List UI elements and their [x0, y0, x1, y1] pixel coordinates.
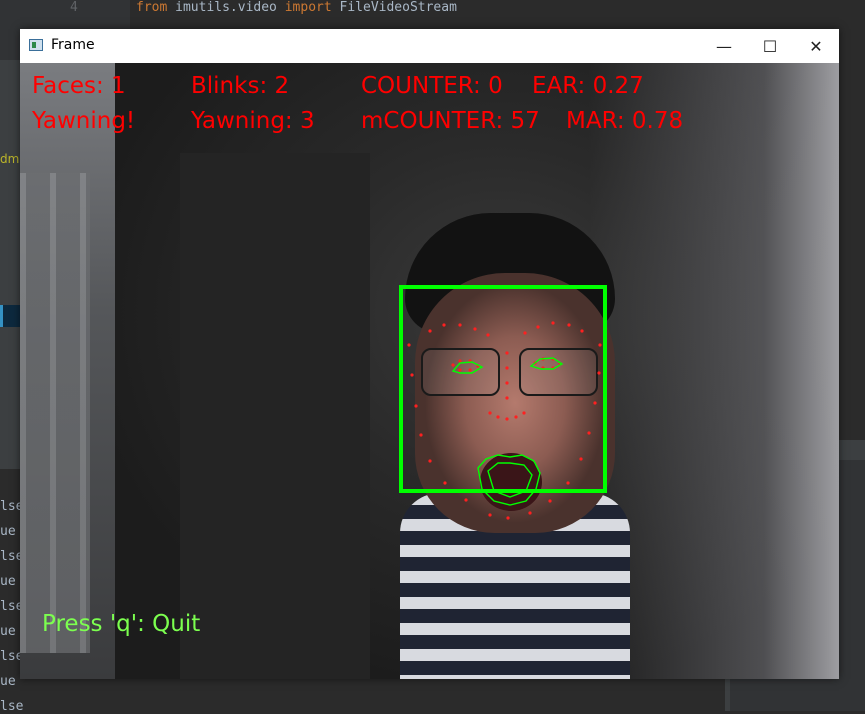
window-title: Frame — [51, 37, 95, 53]
landmark-dot — [443, 481, 447, 485]
landmark-dot — [536, 325, 540, 329]
landmark-dot — [458, 359, 462, 363]
console-line: ue — [0, 524, 16, 539]
landmark-dot — [464, 498, 468, 502]
landmark-dot — [488, 513, 492, 517]
minimize-button[interactable]: — — [701, 29, 747, 63]
app-icon — [29, 39, 43, 51]
landmark-dot — [468, 368, 472, 372]
ear-value: EAR: 0.27 — [532, 73, 644, 99]
landmark-dot — [566, 481, 570, 485]
yawning-alert: Yawning! — [32, 108, 136, 134]
keyword-import: import — [284, 0, 332, 15]
landmark-dot — [428, 329, 432, 333]
landmark-dot — [579, 457, 583, 461]
mar-value: MAR: 0.78 — [566, 108, 684, 134]
landmark-dot — [442, 323, 446, 327]
landmark-dot — [567, 323, 571, 327]
project-panel[interactable] — [0, 60, 20, 470]
landmark-dot — [548, 499, 552, 503]
landmark-dot — [505, 396, 509, 400]
maximize-button[interactable]: ☐ — [747, 29, 793, 63]
landmark-dot — [451, 363, 455, 367]
landmark-dot — [496, 415, 500, 419]
landmark-dot — [486, 333, 490, 337]
frame-window: Frame — ☐ ✕ Faces: 1 Blinks: 2 COUNTER: … — [20, 29, 839, 679]
code-line: from imutils.video import FileVideoStrea… — [136, 0, 457, 15]
mouth-counter: mCOUNTER: 57 — [361, 108, 540, 134]
landmark-dot — [522, 411, 526, 415]
blink-counter: COUNTER: 0 — [361, 73, 503, 99]
facial-landmarks — [407, 321, 602, 520]
landmark-dot — [488, 411, 492, 415]
landmark-dot — [414, 404, 418, 408]
landmark-dot — [598, 343, 602, 347]
code-name: FileVideoStream — [331, 0, 457, 15]
landmark-dot — [593, 401, 597, 405]
landmark-dot — [505, 366, 509, 370]
landmark-dot — [505, 381, 509, 385]
console-line: lse — [0, 699, 24, 714]
landmark-dot — [528, 511, 532, 515]
landmark-dot — [458, 368, 462, 372]
console-line: ue — [0, 574, 16, 589]
landmark-dot — [551, 321, 555, 325]
landmark-dot — [505, 351, 509, 355]
quit-hint: Press 'q': Quit — [42, 611, 201, 637]
landmark-dot — [587, 431, 591, 435]
landmark-dot — [428, 459, 432, 463]
landmark-dot — [514, 415, 518, 419]
landmark-dot — [506, 516, 510, 520]
landmark-dot — [580, 329, 584, 333]
landmark-dot — [473, 327, 477, 331]
keyword-from: from — [136, 0, 168, 15]
landmark-dot — [597, 371, 601, 375]
landmark-dot — [505, 417, 509, 421]
close-button[interactable]: ✕ — [793, 29, 839, 63]
video-frame: Faces: 1 Blinks: 2 COUNTER: 0 EAR: 0.27 … — [20, 63, 839, 679]
landmark-dot — [523, 331, 527, 335]
console-line: ue — [0, 624, 16, 639]
landmark-dot — [407, 343, 411, 347]
line-number: 4 — [70, 0, 78, 15]
faces-count: Faces: 1 — [32, 73, 126, 99]
landmark-dot — [410, 373, 414, 377]
title-bar[interactable]: Frame — ☐ ✕ — [20, 29, 839, 63]
blinks-count: Blinks: 2 — [191, 73, 290, 99]
landmark-dot — [458, 323, 462, 327]
project-snippet: dm — [0, 152, 20, 166]
console-line: ue — [0, 674, 16, 689]
code-module: imutils.video — [167, 0, 285, 15]
yawning-count: Yawning: 3 — [191, 108, 315, 134]
landmark-dot — [419, 433, 423, 437]
inner-mouth-contour — [487, 462, 533, 498]
